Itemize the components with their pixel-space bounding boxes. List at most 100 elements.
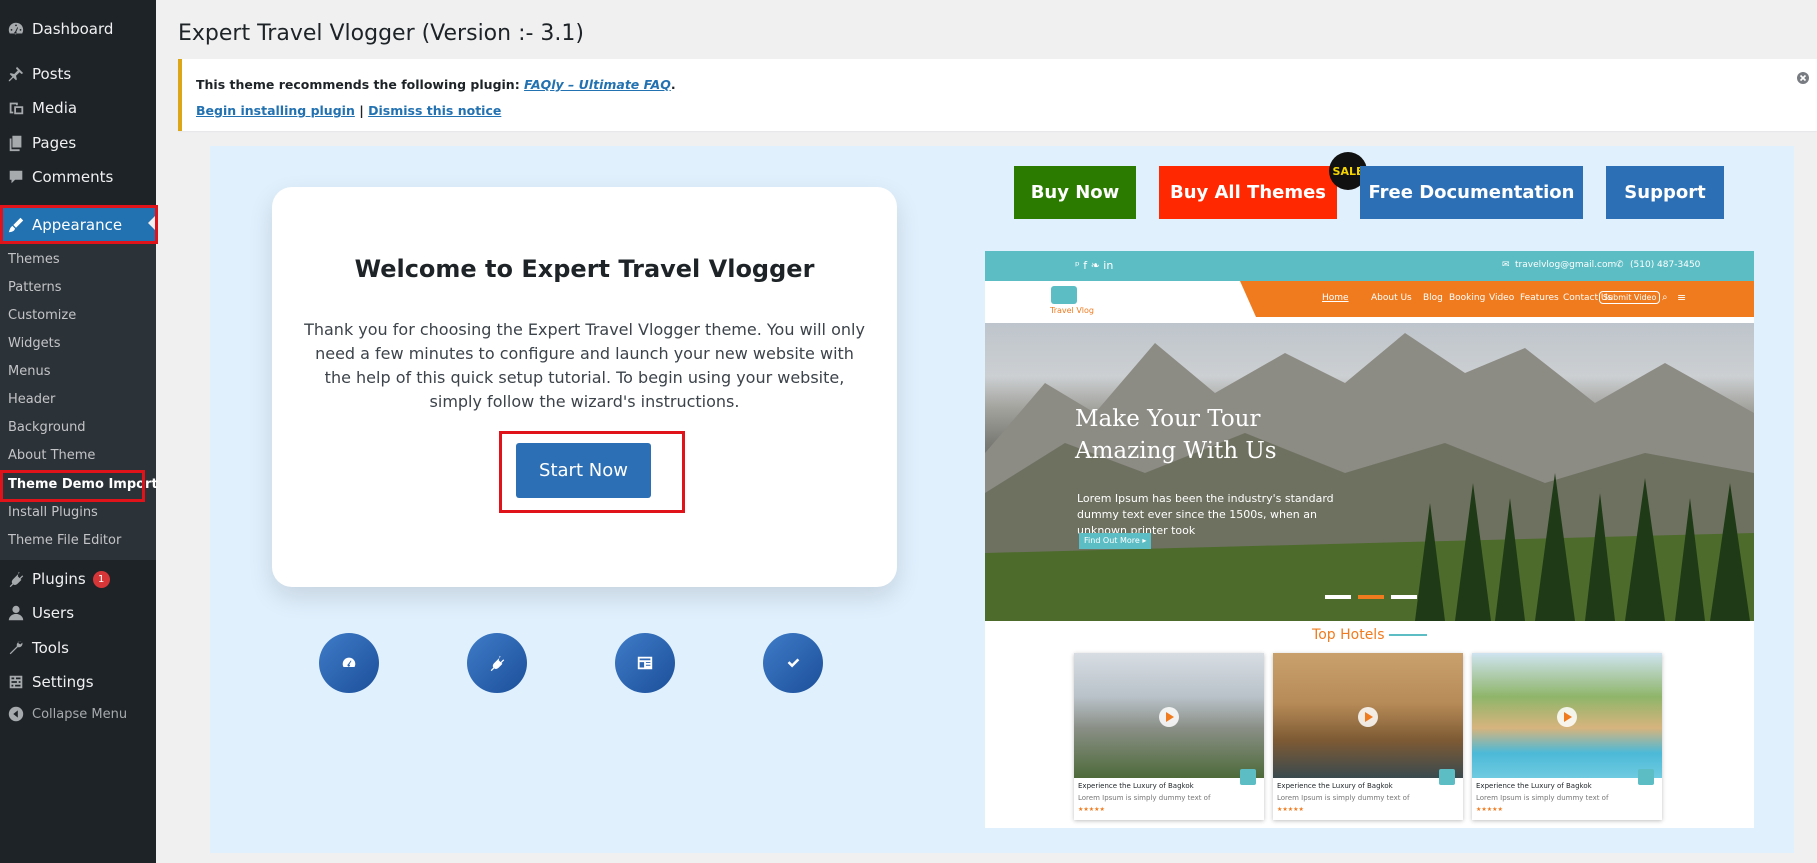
logo-icon — [1051, 286, 1077, 304]
comments-icon — [6, 167, 26, 187]
preview-submit-video-button[interactable]: Submit Video — [1599, 291, 1661, 304]
welcome-description: Thank you for choosing the Expert Travel… — [304, 320, 865, 411]
hotel-rating: ★★★★★ — [1078, 806, 1105, 813]
search-icon[interactable]: ⌕ — [1662, 292, 1668, 303]
submenu-item-widgets[interactable]: Widgets — [8, 333, 61, 355]
sidebar-item-label: Comments — [32, 168, 114, 186]
hotel-rating: ★★★★★ — [1476, 806, 1503, 813]
step-finish[interactable] — [763, 633, 823, 693]
theme-demo-preview: ᵖ f ❧ in ✉ travelvlog@gmail.com ✆ (510) … — [985, 251, 1754, 828]
preview-nav-home[interactable]: Home — [1322, 293, 1349, 303]
play-icon[interactable] — [1557, 707, 1577, 727]
submenu-item-theme-demo-import[interactable]: Theme Demo Import — [8, 474, 158, 496]
heading-underline — [1388, 634, 1427, 636]
mail-icon: ✉ — [1502, 260, 1510, 270]
hero-title-line-1: Make Your Tour — [1075, 406, 1261, 432]
sidebar-item-label: Plugins — [32, 570, 86, 588]
hotel-rating: ★★★★★ — [1277, 806, 1304, 813]
slider-dot[interactable] — [1325, 595, 1351, 599]
sidebar-item-label: Users — [32, 604, 75, 622]
slider-dot[interactable] — [1358, 595, 1384, 599]
settings-icon — [6, 672, 26, 692]
preview-nav-features[interactable]: Features — [1520, 293, 1559, 303]
step-dashboard[interactable] — [319, 633, 379, 693]
begin-installing-link[interactable]: Begin installing plugin — [196, 103, 355, 118]
sidebar-item-label: Appearance — [32, 215, 123, 234]
preview-nav-video[interactable]: Video — [1489, 293, 1514, 303]
submenu-item-install-plugins[interactable]: Install Plugins — [8, 502, 98, 524]
buy-now-button[interactable]: Buy Now — [1014, 166, 1136, 219]
sidebar-item-comments[interactable]: Comments — [0, 160, 156, 194]
sidebar-item-settings[interactable]: Settings — [0, 665, 156, 699]
preview-hero-image: Make Your Tour Amazing With Us Lorem Ips… — [985, 323, 1754, 621]
sidebar-item-appearance[interactable]: Appearance — [0, 205, 156, 244]
support-button[interactable]: Support — [1606, 166, 1724, 219]
check-icon — [784, 654, 802, 672]
play-icon[interactable] — [1159, 707, 1179, 727]
preview-nav-blog[interactable]: Blog — [1423, 293, 1443, 303]
sidebar-item-label: Settings — [32, 673, 94, 691]
preview-hotels-heading: Top Hotels — [985, 627, 1754, 643]
submenu-item-customize[interactable]: Customize — [8, 305, 76, 327]
preview-nav-about[interactable]: About Us — [1371, 293, 1412, 303]
mountain-illustration — [985, 333, 1754, 621]
hotel-icon — [1638, 769, 1654, 785]
hotel-card[interactable]: Experience the Luxury of Bagkok Lorem Ip… — [1273, 653, 1463, 820]
step-layout[interactable] — [615, 633, 675, 693]
sidebar-item-label: Dashboard — [32, 20, 114, 38]
preview-hero-text: Lorem Ipsum has been the industry's stan… — [1077, 492, 1334, 537]
pin-icon — [6, 64, 26, 84]
submenu-item-header[interactable]: Header — [8, 389, 55, 411]
hotel-description: Lorem Ipsum is simply dummy text of — [1476, 794, 1609, 802]
sidebar-item-dashboard[interactable]: Dashboard — [0, 12, 156, 46]
sidebar-item-plugins[interactable]: Plugins 1 — [0, 562, 156, 596]
sidebar-item-media[interactable]: Media — [0, 91, 156, 125]
notice-message: This theme recommends the following plug… — [196, 77, 676, 92]
dashboard-icon — [340, 654, 358, 672]
sidebar-item-tools[interactable]: Tools — [0, 631, 156, 665]
preview-find-out-more-button[interactable]: Find Out More ▸ — [1079, 533, 1152, 549]
free-documentation-button[interactable]: Free Documentation — [1360, 166, 1583, 219]
phone-icon: ✆ — [1616, 260, 1624, 270]
hotel-card[interactable]: Experience the Luxury of Bagkok Lorem Ip… — [1074, 653, 1264, 820]
sidebar-item-users[interactable]: Users — [0, 596, 156, 630]
sidebar-item-pages[interactable]: Pages — [0, 126, 156, 160]
notice-separator: | — [354, 103, 369, 118]
submenu-item-themes[interactable]: Themes — [8, 249, 60, 271]
notice-suffix: . — [670, 77, 676, 92]
welcome-card: Welcome to Expert Travel Vlogger Thank y… — [272, 187, 897, 587]
plugin-notice: This theme recommends the following plug… — [178, 59, 1817, 131]
sidebar-item-label: Tools — [32, 639, 69, 657]
plugin-icon — [6, 569, 26, 589]
preview-nav-booking[interactable]: Booking — [1449, 293, 1485, 303]
submenu-item-about-theme[interactable]: About Theme — [8, 445, 95, 467]
hotel-card[interactable]: Experience the Luxury of Bagkok Lorem Ip… — [1472, 653, 1662, 820]
social-icons: ᵖ f ❧ in — [1075, 259, 1114, 272]
sidebar-item-posts[interactable]: Posts — [0, 57, 156, 91]
notice-prefix: This theme recommends the following plug… — [196, 77, 525, 92]
appearance-submenu: Themes Patterns Customize Widgets Menus … — [0, 244, 158, 560]
submenu-item-menus[interactable]: Menus — [8, 361, 50, 383]
submenu-item-theme-file-editor[interactable]: Theme File Editor — [8, 530, 121, 552]
menu-icon[interactable]: ≡ — [1677, 291, 1686, 304]
layout-icon — [636, 654, 654, 672]
slider-dot[interactable] — [1391, 595, 1417, 599]
sidebar-item-label: Media — [32, 99, 78, 117]
plugin-icon — [488, 654, 506, 672]
collapse-menu-button[interactable]: Collapse Menu — [0, 697, 156, 731]
step-plugins[interactable] — [467, 633, 527, 693]
submenu-item-patterns[interactable]: Patterns — [8, 277, 62, 299]
dismiss-notice-link[interactable]: Dismiss this notice — [368, 103, 501, 118]
play-icon[interactable] — [1358, 707, 1378, 727]
preview-email: travelvlog@gmail.com — [1515, 260, 1617, 270]
buy-all-themes-button[interactable]: Buy All Themes — [1159, 166, 1337, 219]
pages-icon — [6, 133, 26, 153]
faqly-plugin-link[interactable]: FAQly – Ultimate FAQ — [524, 77, 671, 92]
start-now-button[interactable]: Start Now — [516, 443, 651, 498]
media-icon — [6, 98, 26, 118]
update-count-badge: 1 — [92, 570, 110, 588]
close-icon[interactable] — [1795, 70, 1811, 86]
submenu-item-background[interactable]: Background — [8, 417, 86, 439]
hotel-title: Experience the Luxury of Bagkok — [1078, 782, 1194, 790]
preview-phone: (510) 487-3450 — [1630, 260, 1701, 270]
